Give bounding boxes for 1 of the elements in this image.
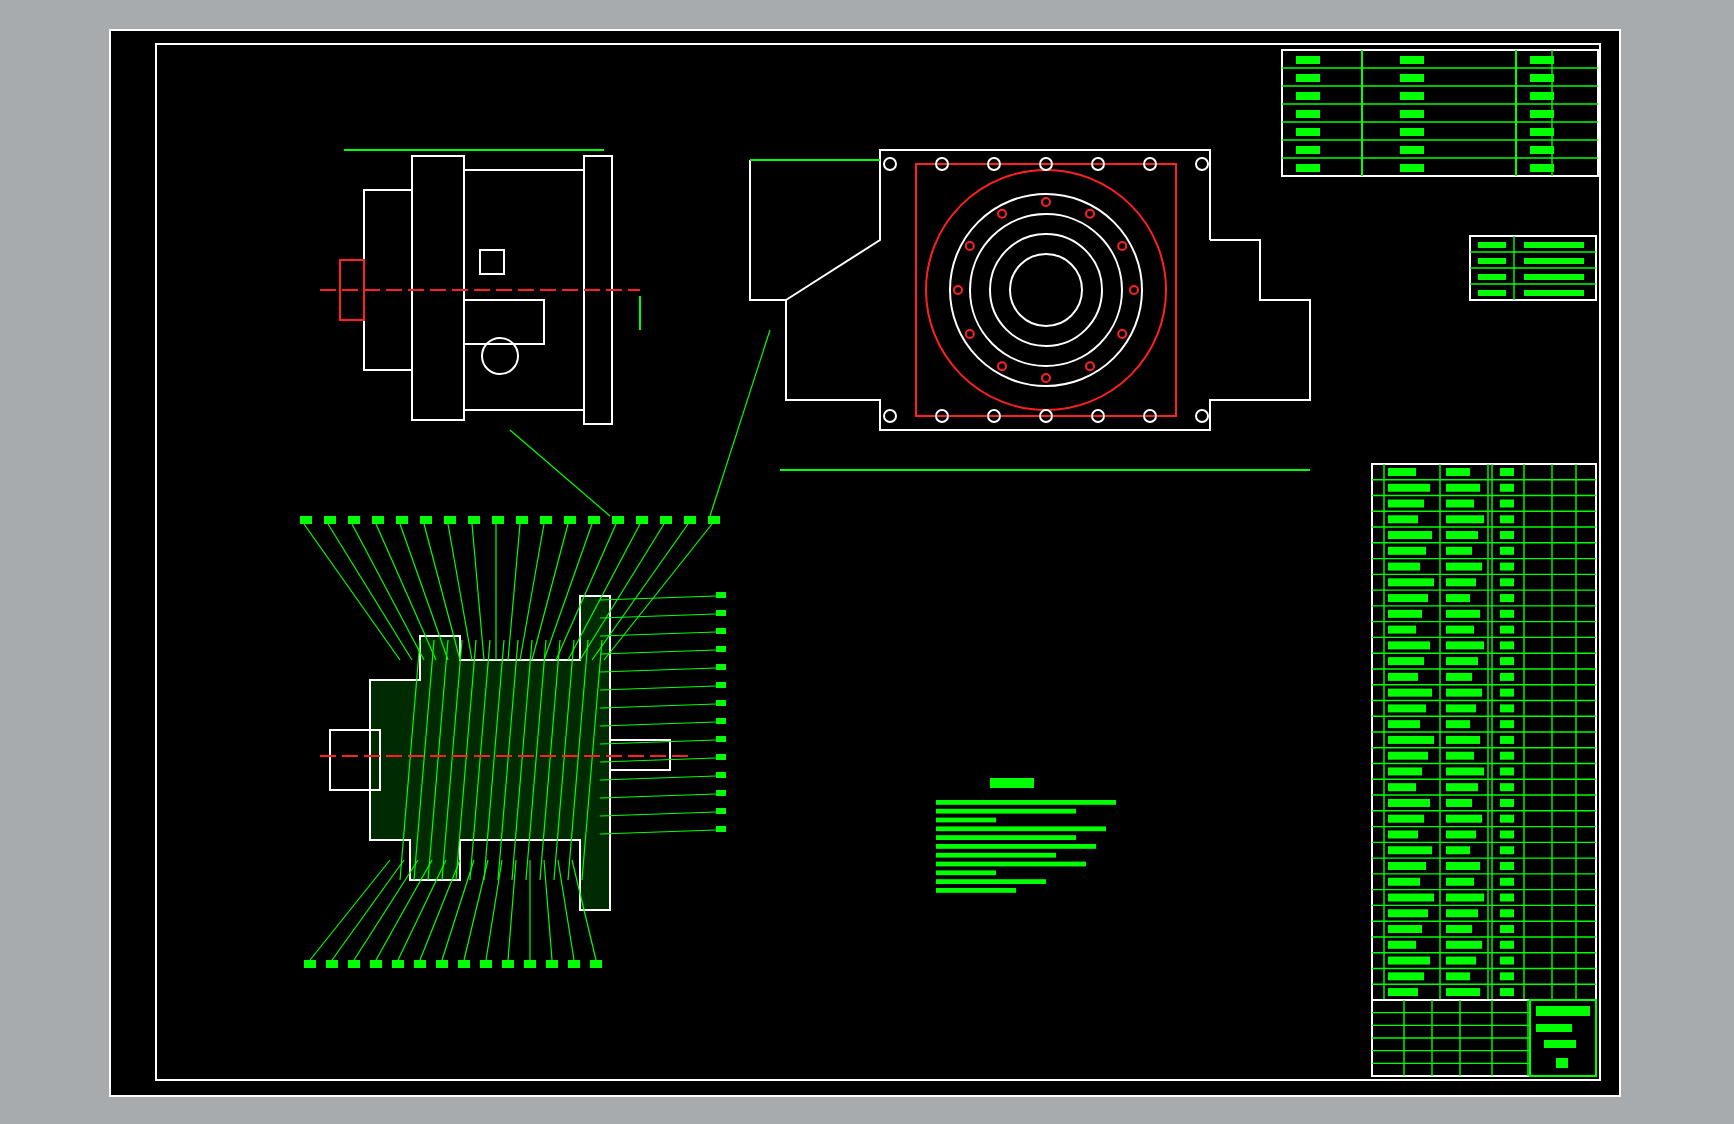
info-table [1469, 235, 1597, 301]
